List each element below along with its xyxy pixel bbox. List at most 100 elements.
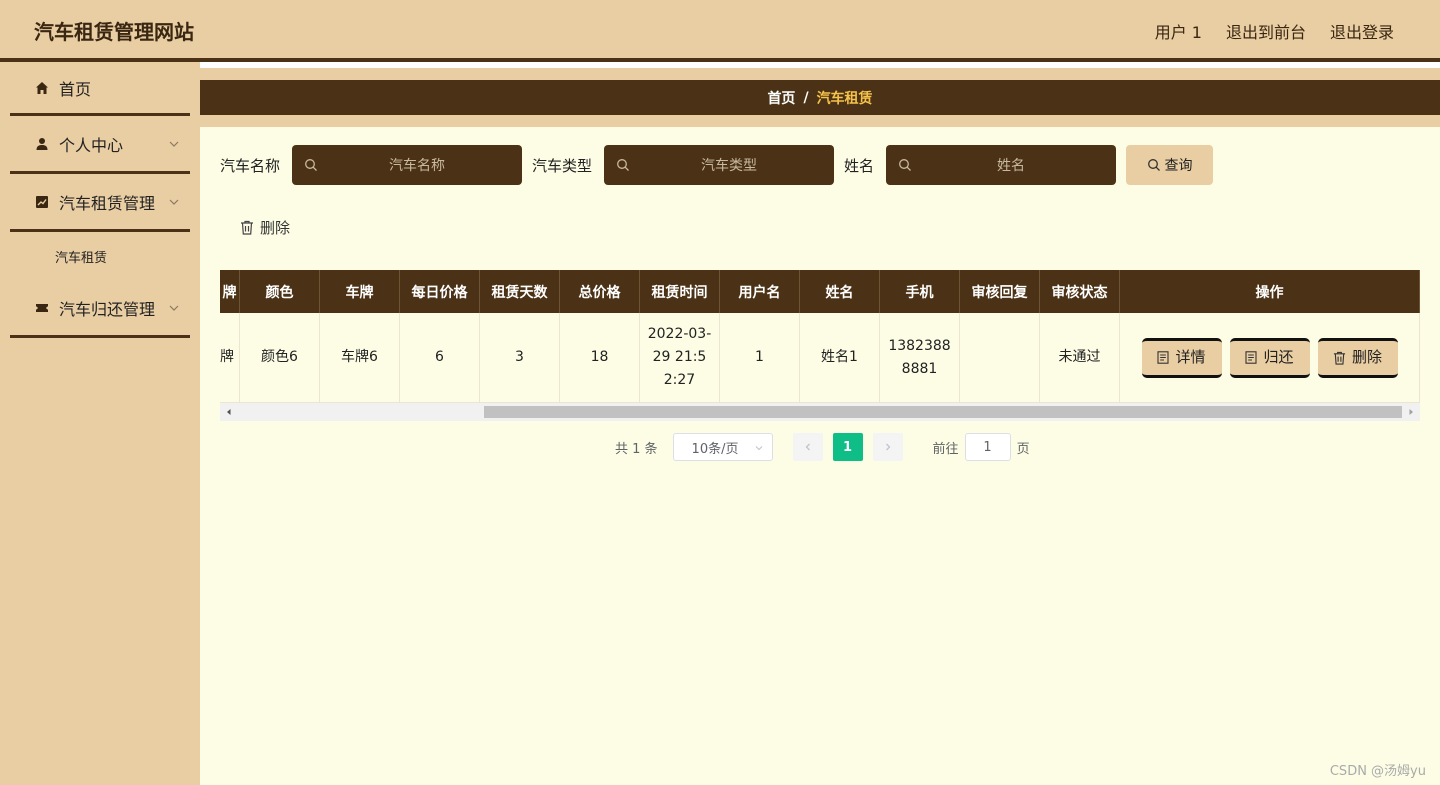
- query-button[interactable]: 查询: [1126, 145, 1214, 185]
- search-icon: [617, 159, 629, 171]
- table-cell: 1: [720, 313, 800, 403]
- top-strip-band: [200, 68, 1440, 80]
- sidebar-item-rental-management[interactable]: 汽车租赁管理: [10, 174, 190, 232]
- sidebar-subitem-car-rental[interactable]: 汽车租赁: [10, 232, 190, 280]
- chevron-left-icon: [805, 443, 810, 451]
- logout-link[interactable]: 退出登录: [1330, 19, 1394, 43]
- breadcrumb-home[interactable]: 首页: [767, 88, 795, 108]
- car-type-label: 汽车类型: [532, 156, 593, 175]
- document-icon: [1245, 351, 1258, 364]
- prev-page-button[interactable]: [792, 433, 823, 461]
- batch-delete-label: 删除: [260, 219, 291, 237]
- document-icon: [1157, 351, 1170, 364]
- pagination: 共 1 条 10条/页 1 前往 1 页: [615, 433, 1030, 461]
- trash-icon: [1333, 351, 1346, 365]
- top-header: 汽车租赁管理网站 用户 1 退出到前台 退出登录: [0, 0, 1440, 62]
- page-size-value: 10条/页: [691, 441, 739, 457]
- goto-suffix: 页: [1016, 441, 1030, 457]
- goto-page-input[interactable]: 1: [964, 433, 1011, 461]
- scrollbar-thumb[interactable]: [484, 406, 1402, 418]
- chevron-down-icon: [169, 305, 179, 311]
- chart-icon: [35, 195, 49, 209]
- chevron-down-icon: [169, 199, 179, 205]
- chevron-down-icon: [169, 141, 179, 147]
- next-page-button[interactable]: [872, 433, 903, 461]
- horizontal-scrollbar[interactable]: [220, 403, 1420, 421]
- sidebar: 首页 个人中心 汽车租赁管理 汽车租赁 汽车归还管理: [0, 62, 200, 785]
- batch-delete-button[interactable]: 删除: [240, 217, 290, 238]
- table-row: 牌 颜色6 车牌6 6 3 18 2022-03-29 21:52:27 1 姓…: [220, 313, 1420, 403]
- trash-icon: [241, 220, 253, 235]
- exit-to-front-link[interactable]: 退出到前台: [1226, 19, 1306, 43]
- car-name-placeholder: 汽车名称: [389, 158, 446, 174]
- table-cell: [960, 313, 1040, 403]
- table-header-cell: 租赁天数: [480, 270, 560, 313]
- return-button-label: 归还: [1263, 348, 1294, 366]
- chevron-right-icon: [885, 443, 890, 451]
- table-header-cell: 车牌: [320, 270, 400, 313]
- breadcrumb-current: 汽车租赁: [816, 90, 873, 107]
- detail-button[interactable]: 详情: [1141, 337, 1222, 378]
- delete-row-button-label: 删除: [1351, 348, 1382, 366]
- search-icon: [1147, 159, 1160, 171]
- scroll-right-icon[interactable]: [1406, 407, 1416, 417]
- name-label: 姓名: [844, 156, 875, 175]
- user-icon: [35, 137, 49, 151]
- table-header-cell: 租赁时间: [640, 270, 720, 313]
- car-name-label: 汽车名称: [220, 156, 281, 175]
- table-header-cell: 审核回复: [960, 270, 1040, 313]
- table-header-cell: 每日价格: [400, 270, 480, 313]
- name-placeholder: 姓名: [997, 158, 1026, 174]
- table-cell: 18: [560, 313, 640, 403]
- search-icon: [899, 159, 912, 171]
- table-cell: 3: [480, 313, 560, 403]
- sidebar-item-label: 个人中心: [59, 135, 124, 155]
- scroll-left-icon[interactable]: [224, 407, 234, 417]
- sidebar-item-return-management[interactable]: 汽车归还管理: [10, 280, 190, 338]
- table-header-cell: 总价格: [560, 270, 640, 313]
- pagination-total: 共 1 条: [615, 441, 658, 457]
- table-cell: 车牌6: [320, 313, 400, 403]
- table-header-cell: 用户名: [720, 270, 800, 313]
- table-cell: 6: [400, 313, 480, 403]
- rental-table: 牌 颜色 车牌 每日价格 租赁天数 总价格 租赁时间 用户名 姓名 手机 审核回…: [220, 270, 1420, 421]
- breadcrumb-under-band: [200, 115, 1440, 127]
- table-header-row: 牌 颜色 车牌 每日价格 租赁天数 总价格 租赁时间 用户名 姓名 手机 审核回…: [220, 270, 1420, 313]
- sidebar-item-home[interactable]: 首页: [10, 62, 190, 116]
- table-header-cell: 颜色: [240, 270, 320, 313]
- table-header-cell: 审核状态: [1040, 270, 1120, 313]
- sidebar-item-label: 首页: [59, 79, 92, 99]
- watermark: CSDN @汤姆yu: [1329, 764, 1426, 779]
- query-button-label: 查询: [1164, 158, 1193, 174]
- table-header-cell: 操作: [1120, 270, 1420, 313]
- table-cell: 13823888881: [880, 313, 960, 403]
- search-form: 汽车名称 汽车名称 汽车类型 汽车类型 姓名 姓名 查询: [220, 145, 1214, 185]
- breadcrumb: 首页 / 汽车租赁: [200, 80, 1440, 115]
- page-number-button[interactable]: 1: [832, 433, 863, 461]
- table-cell: 2022-03-29 21:52:27: [640, 313, 720, 403]
- page-size-select[interactable]: 10条/页: [672, 433, 773, 461]
- current-user-link[interactable]: 用户 1: [1155, 19, 1202, 43]
- table-cell: 未通过: [1040, 313, 1120, 403]
- goto-label: 前往: [932, 441, 959, 457]
- site-title: 汽车租赁管理网站: [34, 20, 194, 44]
- return-button[interactable]: 归还: [1229, 337, 1310, 378]
- car-type-placeholder: 汽车类型: [701, 158, 758, 174]
- table-cell: 姓名1: [800, 313, 880, 403]
- car-name-input[interactable]: 汽车名称: [292, 145, 523, 185]
- sidebar-item-personal-center[interactable]: 个人中心: [10, 116, 190, 174]
- breadcrumb-separator: /: [803, 89, 809, 106]
- table-cell: 牌: [220, 313, 240, 403]
- table-actions-cell: 详情 归还 删除: [1120, 313, 1420, 403]
- table-header-cell: 姓名: [800, 270, 880, 313]
- table-header-cell: 牌: [220, 270, 240, 313]
- search-icon: [305, 159, 317, 171]
- detail-button-label: 详情: [1175, 348, 1206, 366]
- chevron-down-icon: [755, 446, 762, 451]
- table-cell: 颜色6: [240, 313, 320, 403]
- delete-row-button[interactable]: 删除: [1317, 337, 1398, 378]
- ticket-icon: [35, 301, 49, 315]
- name-input[interactable]: 姓名: [886, 145, 1117, 185]
- sidebar-item-label: 汽车租赁管理: [59, 193, 156, 213]
- car-type-input[interactable]: 汽车类型: [604, 145, 835, 185]
